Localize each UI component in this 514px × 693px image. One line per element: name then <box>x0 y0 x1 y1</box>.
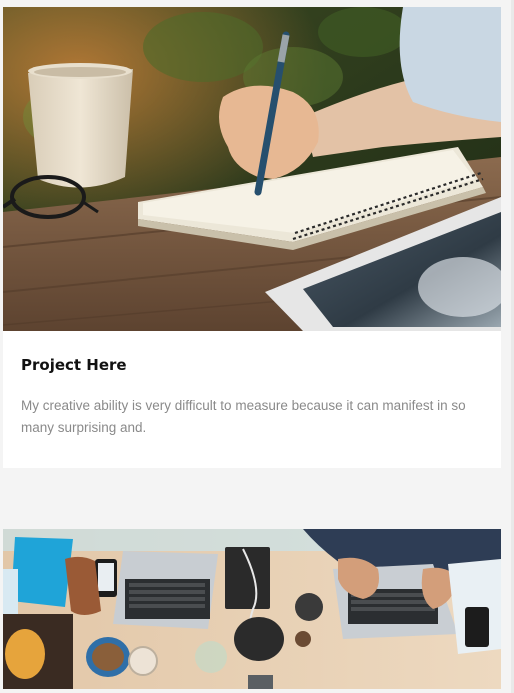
project-image[interactable] <box>3 7 501 331</box>
project-card[interactable]: Project Here My creative ability is very… <box>3 7 501 468</box>
project-description: My creative ability is very difficult to… <box>21 398 466 435</box>
project-title[interactable]: Project Here <box>21 356 127 374</box>
page-top-strip <box>0 0 514 7</box>
notebook-writing-photo <box>3 7 501 331</box>
project-card[interactable] <box>3 529 501 689</box>
desk-laptops-photo <box>3 529 501 689</box>
